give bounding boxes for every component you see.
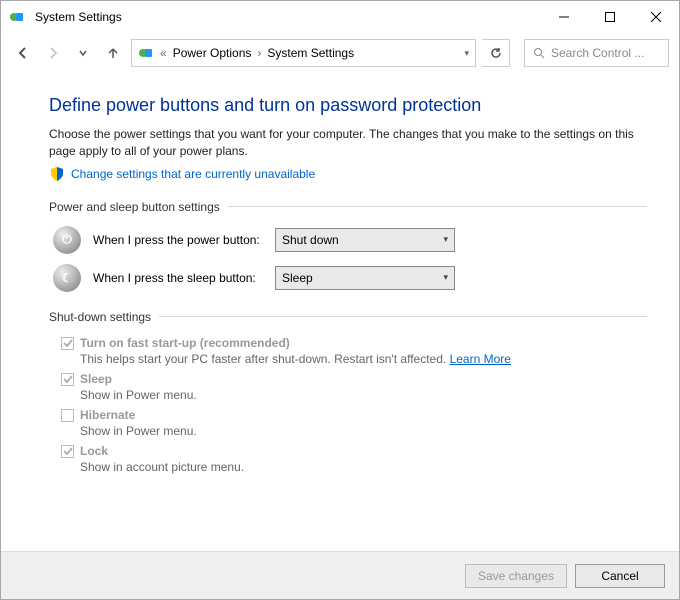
chevron-down-icon[interactable]: ▾ (464, 48, 469, 59)
save-button[interactable]: Save changes (465, 564, 567, 588)
checkbox-title: Sleep (80, 372, 112, 386)
group-power-sleep: Power and sleep button settings (49, 200, 647, 214)
checkbox[interactable] (61, 409, 74, 422)
checkbox-desc: This helps start your PC faster after sh… (80, 352, 511, 366)
checkbox[interactable] (61, 445, 74, 458)
row-label: When I press the power button: (93, 233, 263, 247)
cancel-button[interactable]: Cancel (575, 564, 665, 588)
checkbox-row: Sleep Show in Power menu. (61, 372, 647, 402)
power-button-row: ⏻ When I press the power button: Shut do… (53, 226, 647, 254)
change-settings-link[interactable]: Change settings that are currently unava… (71, 167, 315, 181)
refresh-button[interactable] (482, 39, 510, 67)
back-button[interactable] (11, 41, 35, 65)
group-shutdown: Shut-down settings (49, 310, 647, 324)
up-button[interactable] (101, 41, 125, 65)
sleep-button-row: ☾ When I press the sleep button: Sleep ▾ (53, 264, 647, 292)
location-icon (138, 45, 154, 61)
checkbox-title: Lock (80, 444, 108, 458)
footer: Save changes Cancel (1, 551, 679, 599)
checkbox-title: Turn on fast start-up (recommended) (80, 336, 290, 350)
checkbox-desc: Show in account picture menu. (80, 460, 244, 474)
chevron-down-icon: ▾ (443, 272, 448, 283)
shield-icon (49, 166, 65, 182)
checkbox[interactable] (61, 337, 74, 350)
chevron-down-icon: ▾ (443, 234, 448, 245)
search-input[interactable]: Search Control ... (524, 39, 669, 67)
checkbox-desc: Show in Power menu. (80, 424, 197, 438)
forward-button[interactable] (41, 41, 65, 65)
chevron-right-icon: › (257, 46, 261, 60)
search-placeholder: Search Control ... (551, 46, 644, 60)
row-label: When I press the sleep button: (93, 271, 263, 285)
sleep-icon: ☾ (53, 264, 81, 292)
page-description: Choose the power settings that you want … (49, 126, 647, 160)
checkbox-row: Lock Show in account picture menu. (61, 444, 647, 474)
recent-dropdown[interactable] (71, 41, 95, 65)
checkbox-title: Hibernate (80, 408, 135, 422)
titlebar: System Settings (1, 1, 679, 33)
checkbox-row: Hibernate Show in Power menu. (61, 408, 647, 438)
address-bar[interactable]: « Power Options › System Settings ▾ (131, 39, 476, 67)
checkbox-desc: Show in Power menu. (80, 388, 197, 402)
select-value: Sleep (282, 271, 313, 285)
navbar: « Power Options › System Settings ▾ Sear… (1, 33, 679, 73)
checkbox-row: Turn on fast start-up (recommended) This… (61, 336, 647, 366)
breadcrumb-item[interactable]: Power Options (173, 46, 252, 60)
checkbox[interactable] (61, 373, 74, 386)
power-icon: ⏻ (53, 226, 81, 254)
select-value: Shut down (282, 233, 339, 247)
page-heading: Define power buttons and turn on passwor… (49, 95, 647, 116)
app-icon (9, 9, 25, 25)
power-select[interactable]: Shut down ▾ (275, 228, 455, 252)
breadcrumb-item[interactable]: System Settings (267, 46, 354, 60)
breadcrumb-sep: « (160, 46, 167, 60)
close-button[interactable] (633, 1, 679, 33)
search-icon (533, 47, 545, 59)
window-title: System Settings (31, 10, 541, 24)
learn-more-link[interactable]: Learn More (450, 352, 511, 366)
minimize-button[interactable] (541, 1, 587, 33)
maximize-button[interactable] (587, 1, 633, 33)
sleep-select[interactable]: Sleep ▾ (275, 266, 455, 290)
